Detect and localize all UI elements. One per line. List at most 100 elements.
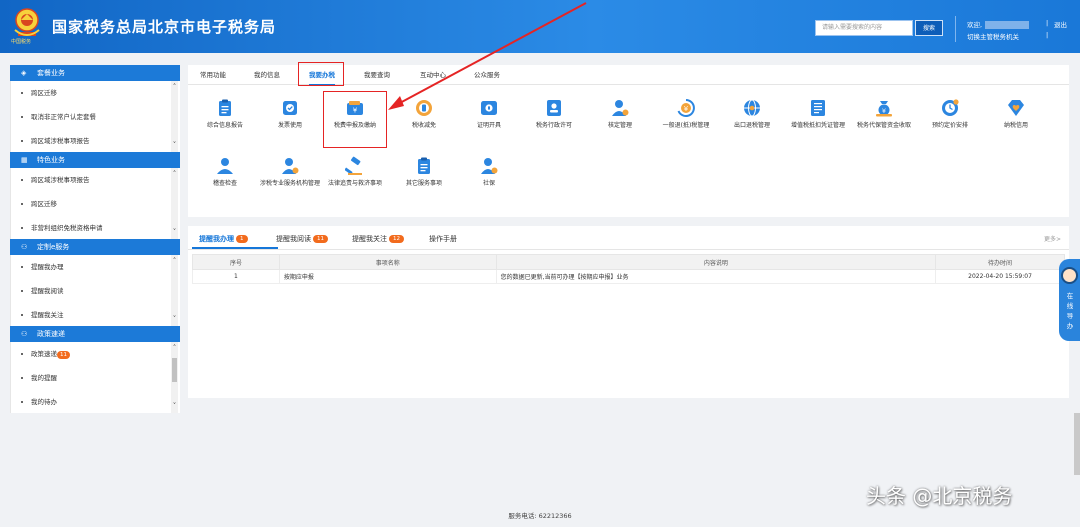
fn-label: 法律追责与救济事项 bbox=[327, 180, 382, 187]
fn-social-security[interactable]: 社保 bbox=[457, 156, 521, 188]
sidebar-item[interactable]: 跨区域涉税事项报告 bbox=[11, 168, 180, 192]
fn-general-refund[interactable]: ¥ 一般退(抵)税管理 bbox=[654, 98, 718, 130]
footer-service-phone: 服务电话: 62212366 bbox=[508, 512, 572, 520]
active-tab-indicator bbox=[192, 247, 278, 249]
fn-label: 一般退(抵)税管理 bbox=[662, 122, 710, 129]
fn-label: 税务行政许可 bbox=[535, 122, 572, 129]
user-icon bbox=[217, 158, 233, 174]
online-guide-button[interactable]: 在线导办 bbox=[1059, 259, 1080, 341]
sidebar-item[interactable]: 我的提醒 bbox=[11, 366, 180, 390]
scroll-down-icon[interactable]: ˅ bbox=[171, 142, 178, 149]
logout-link[interactable]: 退出 bbox=[1054, 19, 1067, 29]
table-row[interactable]: 1 按期应申报 您的数据已更新,当前可办理【按期应申报】业务 2022-04-2… bbox=[192, 269, 1065, 284]
sidebar-item[interactable]: 提醒我关注 bbox=[11, 303, 180, 326]
scroll-down-icon[interactable]: ˅ bbox=[171, 229, 178, 236]
clock-yen-icon bbox=[942, 99, 959, 116]
fn-other-services[interactable]: 其它服务事项 bbox=[392, 156, 456, 188]
sidebar-item[interactable]: 跨区迁移 bbox=[11, 81, 180, 105]
masked-user-name bbox=[985, 21, 1030, 29]
tab-interaction[interactable]: 互动中心 bbox=[420, 65, 446, 85]
tab-public-service[interactable]: 公众服务 bbox=[474, 65, 500, 85]
sidebar-group-featured[interactable]: ▦ 特色业务 bbox=[10, 152, 180, 168]
diamond-heart-icon bbox=[1008, 100, 1024, 116]
tab-remind-follow[interactable]: 提醒我关注 12 bbox=[352, 233, 404, 245]
site-title: 国家税务总局北京市电子税务局 bbox=[52, 18, 277, 36]
fn-vat-deduction[interactable]: 增值税抵扣凭证管理 bbox=[786, 98, 850, 130]
user-icon: ⚇ bbox=[21, 243, 28, 251]
fn-comprehensive-report[interactable]: 综合信息报告 bbox=[193, 98, 257, 130]
fn-invoice-use[interactable]: 发票使用 bbox=[258, 98, 322, 130]
welcome-text: 欢迎, bbox=[967, 19, 1030, 29]
money-bag-icon: ¥ bbox=[876, 101, 892, 117]
tab-remind-handle[interactable]: 提醒我办理 1 bbox=[199, 233, 248, 245]
sidebar-item[interactable]: 我的待办 bbox=[11, 390, 180, 413]
search-button[interactable]: 搜索 bbox=[915, 20, 943, 36]
fn-certificate-issue[interactable]: 证明开具 bbox=[457, 98, 521, 130]
function-panel: 常用功能 我的信息 我要办税 我要查询 互动中心 公众服务 综合信息报告 发票使… bbox=[188, 62, 1069, 217]
scroll-down-icon[interactable]: ˅ bbox=[171, 403, 178, 410]
sidebar-item[interactable]: 跨区域涉税事项报告 bbox=[11, 129, 180, 152]
sidebar-item[interactable]: 取消非正常户认定套餐 bbox=[11, 105, 180, 129]
scroll-up-icon[interactable]: ˄ bbox=[171, 84, 178, 91]
sidebar-item[interactable]: 提醒我办理 bbox=[11, 255, 180, 279]
fn-audit-inspection[interactable]: 稽查检查 bbox=[193, 156, 257, 188]
count-badge: 12 bbox=[389, 235, 404, 243]
sidebar-item[interactable]: 跨区迁移 bbox=[11, 192, 180, 216]
fn-tax-reduction[interactable]: 税收减免 bbox=[392, 98, 456, 130]
grid-icon: ▦ bbox=[21, 156, 28, 164]
fn-custody-funds[interactable]: ¥ 税务代保管资金收取 bbox=[852, 98, 916, 130]
fn-advance-pricing[interactable]: 预约定价安排 bbox=[918, 98, 982, 130]
fn-admin-license[interactable]: 税务行政许可 bbox=[522, 98, 586, 130]
more-link[interactable]: 更多> bbox=[1044, 234, 1061, 243]
scroll-up-icon[interactable]: ˄ bbox=[171, 258, 178, 265]
gavel-icon bbox=[345, 156, 362, 175]
count-badge: 11 bbox=[313, 235, 328, 243]
ticket-icon bbox=[811, 100, 825, 116]
fn-label: 证明开具 bbox=[476, 122, 501, 129]
sidebar-group-package[interactable]: ◈ 套餐业务 bbox=[10, 65, 180, 81]
fn-label: 预约定价安排 bbox=[931, 122, 968, 129]
sidebar-item[interactable]: 政策速递 11 bbox=[11, 342, 180, 366]
badge-icon bbox=[547, 100, 561, 116]
tab-query[interactable]: 我要查询 bbox=[364, 65, 390, 85]
tab-remind-read[interactable]: 提醒我阅读 11 bbox=[276, 233, 328, 245]
yen-refresh-icon: ¥ bbox=[677, 99, 695, 117]
fn-legal-remedy[interactable]: 法律追责与救济事项 bbox=[323, 156, 387, 188]
col-header: 事项名称 bbox=[278, 254, 497, 270]
scroll-thumb[interactable] bbox=[172, 358, 177, 382]
search-input[interactable]: 请输入需要搜索的内容 bbox=[815, 20, 913, 36]
sidebar-item[interactable]: 提醒我阅读 bbox=[11, 279, 180, 303]
cell-description: 您的数据已更新,当前可办理【按期应申报】业务 bbox=[495, 269, 937, 284]
scroll-up-icon[interactable]: ˄ bbox=[171, 345, 178, 352]
reminder-panel: 提醒我办理 1 提醒我阅读 11 提醒我关注 12 操作手册 更多> 序号 事项名称 … bbox=[188, 226, 1069, 398]
user-icon: ⚇ bbox=[21, 330, 28, 338]
scroll-down-icon[interactable]: ˅ bbox=[171, 316, 178, 323]
user-check-icon bbox=[282, 158, 299, 174]
highlight-box-function bbox=[323, 91, 387, 148]
fn-label: 稽查检查 bbox=[212, 180, 237, 187]
tab-common[interactable]: 常用功能 bbox=[200, 65, 226, 85]
sidebar-group-policy[interactable]: ⚇ 政策速递 bbox=[10, 326, 180, 342]
col-header: 序号 bbox=[192, 254, 280, 270]
online-guide-label: 在线导办 bbox=[1066, 292, 1074, 330]
tab-my-info[interactable]: 我的信息 bbox=[254, 65, 280, 85]
scroll-up-icon[interactable]: ˄ bbox=[171, 171, 178, 178]
fn-professional-agency[interactable]: 涉税专业服务机构管理 bbox=[258, 156, 322, 188]
fn-export-refund[interactable]: 出口退税管理 bbox=[720, 98, 784, 130]
fn-label: 涉税专业服务机构管理 bbox=[259, 180, 320, 187]
sidebar-list-custom-service: 提醒我办理 提醒我阅读 提醒我关注 ˄ ˅ bbox=[10, 255, 180, 326]
fn-tax-credit[interactable]: 纳税信用 bbox=[984, 98, 1048, 130]
invoice-icon bbox=[283, 101, 297, 115]
fn-assessment-mgmt[interactable]: 核定管理 bbox=[588, 98, 652, 130]
top-header: 中国税务 国家税务总局北京市电子税务局 请输入需要搜索的内容 搜索 欢迎, 切换… bbox=[0, 0, 1080, 53]
watermark: 头条 @北京税务 bbox=[866, 484, 1013, 508]
fn-label: 其它服务事项 bbox=[405, 180, 442, 187]
separator: | bbox=[1046, 31, 1049, 39]
tab-manual[interactable]: 操作手册 bbox=[429, 233, 457, 245]
sidebar-item[interactable]: 非营利组织免税资格申请 bbox=[11, 216, 180, 239]
switch-tax-office-link[interactable]: 切换主管税务机关 bbox=[967, 31, 1019, 41]
cell-item-name[interactable]: 按期应申报 bbox=[278, 269, 497, 284]
sidebar-group-custom-service[interactable]: ⚇ 定制e服务 bbox=[10, 239, 180, 255]
page-scrollbar[interactable] bbox=[1074, 413, 1080, 475]
fn-label: 核定管理 bbox=[607, 122, 632, 129]
